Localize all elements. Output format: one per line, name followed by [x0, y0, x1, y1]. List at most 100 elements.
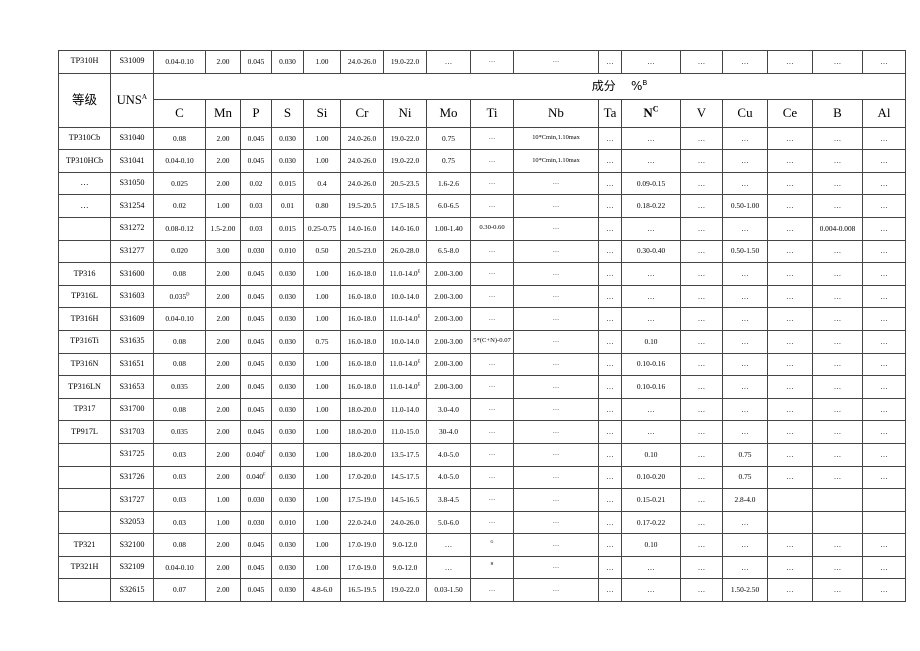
cell-cr: 16.0-18.0 [340, 262, 384, 286]
cell-mo: 5.0-6.0 [426, 510, 471, 535]
header-element-si: Si [303, 98, 341, 128]
cell-v: … [680, 329, 723, 354]
spec-table-sheet: TP310H S31009 0.04-0.10 2.00 0.045 0.030 1.00 2… [58, 50, 906, 603]
cell-p: 0.045 [240, 149, 272, 173]
cell-c: 0.035 [153, 375, 206, 399]
cell-ce: … [767, 216, 813, 241]
cell-v: … [680, 442, 723, 467]
cell-b: … [812, 533, 863, 557]
cell-b: … [812, 194, 863, 218]
cell-al: … [862, 50, 906, 74]
header-element-v: V [680, 98, 723, 128]
cell-ni: 14.5-16.5 [383, 488, 427, 512]
cell-b: … [812, 465, 863, 490]
cell-ce [767, 510, 813, 535]
cell-v: … [680, 284, 723, 309]
cell-ti: … [470, 284, 514, 309]
cell-ce: … [767, 578, 813, 603]
cell-grade [58, 510, 111, 535]
cell-b: … [812, 262, 863, 286]
cell-c: 0.07 [153, 578, 206, 603]
cell-ta: … [598, 442, 622, 467]
table-row: S31725 0.03 2.00 0.040F 0.030 1.00 18.0-20.0 13… [58, 442, 906, 467]
cell-c: 0.025 [153, 171, 206, 196]
cell-p: 0.03 [240, 216, 272, 241]
cell-ti: … [470, 488, 514, 512]
cell-ti: 5*(C+N)-0.07 [470, 329, 514, 354]
cell-s: 0.030 [271, 50, 304, 74]
cell-ti: … [470, 510, 514, 535]
cell-nb: … [513, 352, 599, 377]
cell-s: 0.030 [271, 149, 304, 173]
cell-cr: 17.5-19.0 [340, 488, 384, 512]
cell-cr: 17.0-19.0 [340, 533, 384, 557]
cell-c: 0.020 [153, 239, 206, 264]
cell-p: 0.045 [240, 329, 272, 354]
cell-ta: … [598, 555, 622, 580]
cell-ce: … [767, 194, 813, 218]
cell-p: 0.040F [240, 442, 272, 467]
cell-mo: 0.03-1.50 [426, 578, 471, 603]
cell-mn: 2.00 [205, 578, 241, 603]
cell-nb: … [513, 329, 599, 354]
cell-ni: 24.0-26.0 [383, 510, 427, 535]
cell-b: … [812, 352, 863, 377]
cell-grade: … [58, 194, 111, 218]
cell-c: 0.04-0.10 [153, 555, 206, 580]
cell-uns: S31651 [110, 352, 154, 377]
cell-p: 0.045 [240, 352, 272, 377]
cell-n: … [621, 126, 681, 151]
header-element-b: B [812, 98, 863, 128]
cell-cr: 16.0-18.0 [340, 352, 384, 377]
cell-s: 0.030 [271, 262, 304, 286]
cell-mo: 0.75 [426, 149, 471, 173]
cell-nb: … [513, 284, 599, 309]
cell-al: … [862, 194, 906, 218]
cell-p: 0.030 [240, 239, 272, 264]
cell-n: 0.10 [621, 533, 681, 557]
cell-p: 0.045 [240, 420, 272, 444]
cell-si: 1.00 [303, 262, 341, 286]
table-row: TP316Ti S31635 0.08 2.00 0.045 0.030 0.75 16.0-… [58, 329, 906, 354]
cell-uns: S31050 [110, 171, 154, 196]
cell-mn: 2.00 [205, 284, 241, 309]
cell-si: 0.50 [303, 239, 341, 264]
cell-ti: … [470, 397, 514, 422]
cell-nb: … [513, 420, 599, 444]
header-element-p: P [240, 98, 272, 128]
cell-ti: … [470, 194, 514, 218]
cell-ni: 14.0-16.0 [383, 216, 427, 241]
cell-ti: … [470, 126, 514, 151]
cell-ce: … [767, 420, 813, 444]
cell-n: … [621, 555, 681, 580]
header-element-n: NC [621, 98, 681, 128]
table-row: TP316H S31609 0.04-0.10 2.00 0.045 0.030 1.00 1… [58, 307, 906, 331]
cell-nb: … [513, 194, 599, 218]
cell-mo: 2.00-3.00 [426, 329, 471, 354]
cell-mn: 1.5-2.00 [205, 216, 241, 241]
cell-ti: … [470, 465, 514, 490]
cell-cu: … [722, 50, 768, 74]
cell-cr: 24.0-26.0 [340, 126, 384, 151]
cell-mo: 6.5-8.0 [426, 239, 471, 264]
cell-nb: … [513, 533, 599, 557]
table-row: TP316L S31603 0.035D 2.00 0.045 0.030 1.00 16.0… [58, 284, 906, 309]
cell-s: 0.030 [271, 578, 304, 603]
cell-nb: … [513, 555, 599, 580]
cell-nb: … [513, 50, 599, 74]
cell-ta: … [598, 216, 622, 241]
cell-ce: … [767, 307, 813, 331]
cell-grade: … [58, 171, 111, 196]
cell-mn: 1.00 [205, 194, 241, 218]
cell-cu: 0.50-1.50 [722, 239, 768, 264]
cell-v: … [680, 50, 723, 74]
table-row: S31272 0.08-0.12 1.5-2.00 0.03 0.015 0.25-0.7… [58, 216, 906, 241]
cell-b: 0.004-0.008 [812, 216, 863, 241]
cell-c: 0.03 [153, 510, 206, 535]
cell-ni: 19.0-22.0 [383, 149, 427, 173]
cell-grade [58, 216, 111, 241]
header-composition-span: 成分 %B [153, 72, 906, 100]
cell-b [812, 510, 863, 535]
cell-v: … [680, 171, 723, 196]
cell-grade: TP316 [58, 262, 111, 286]
